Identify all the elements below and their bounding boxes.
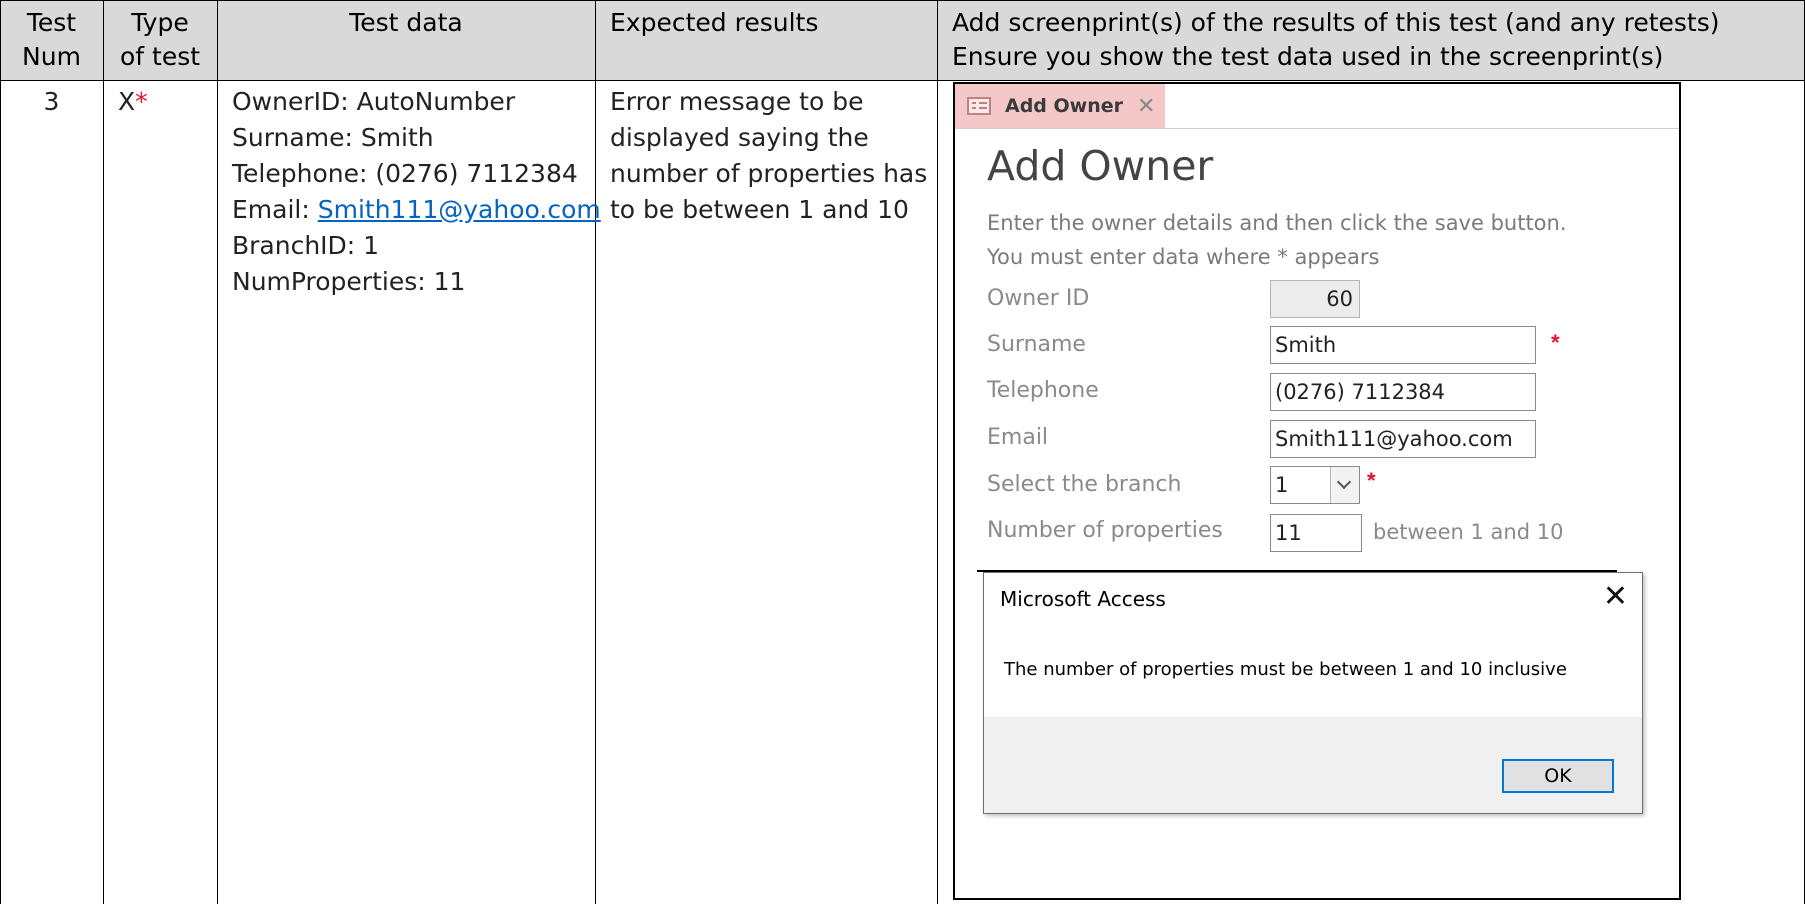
grid-line: [937, 0, 938, 904]
test-data-surname: Surname: Smith: [232, 123, 434, 152]
properties-label: Number of properties: [987, 518, 1223, 543]
test-data-email-row: Email: Smith111@yahoo.com: [232, 192, 601, 228]
cell-type: X*: [118, 84, 208, 120]
grid-line: [0, 0, 1805, 1]
dialog-title: Microsoft Access: [1000, 587, 1166, 611]
error-dialog: Microsoft Access ✕ The number of propert…: [983, 572, 1643, 814]
chevron-down-icon: [1336, 474, 1352, 490]
surname-required-mark: *: [1551, 330, 1560, 355]
properties-field[interactable]: 11: [1270, 514, 1362, 552]
grid-line: [217, 0, 218, 904]
header-test-num: Test Num: [0, 6, 103, 74]
close-icon[interactable]: ✕: [1137, 93, 1155, 119]
cell-expected: Error message to be displayed saying the…: [610, 84, 930, 228]
test-table: Test Num Type of test Test data Expected…: [0, 0, 1805, 904]
expected-line: to be between 1 and 10: [610, 195, 909, 224]
header-type-line2: of test: [119, 42, 201, 71]
properties-hint: between 1 and 10: [1373, 520, 1564, 544]
telephone-field[interactable]: (0276) 7112384: [1270, 373, 1536, 411]
dialog-footer: OK: [984, 717, 1642, 813]
header-expected: Expected results: [610, 8, 819, 37]
email-field[interactable]: Smith111@yahoo.com: [1270, 420, 1536, 458]
header-screenprint: Add screenprint(s) of the results of thi…: [952, 6, 1802, 74]
instruction-line: Enter the owner details and then click t…: [987, 211, 1567, 235]
surname-field[interactable]: Smith: [1270, 326, 1536, 364]
surname-label: Surname: [987, 332, 1086, 357]
grid-line: [103, 0, 104, 904]
header-type-line1: Type: [131, 8, 189, 37]
dialog-message: The number of properties must be between…: [1004, 659, 1567, 680]
owner-id-field: 60: [1270, 280, 1360, 318]
tab-add-owner-label: Add Owner: [1005, 95, 1124, 117]
tab-add-owner[interactable]: Add Owner ✕: [955, 84, 1165, 128]
test-data-email-prefix: Email:: [232, 195, 318, 224]
test-data-owner-id: OwnerID: AutoNumber: [232, 87, 516, 116]
branch-label: Select the branch: [987, 472, 1182, 497]
test-data-telephone: Telephone: (0276) 7112384: [232, 159, 578, 188]
header-type: Type of test: [103, 6, 217, 74]
cell-test-data: OwnerID: AutoNumber Surname: Smith Telep…: [232, 84, 601, 300]
form-instructions: Enter the owner details and then click t…: [987, 206, 1567, 274]
email-label: Email: [987, 425, 1049, 450]
owner-id-label: Owner ID: [987, 286, 1090, 311]
grid-line: [0, 80, 1805, 81]
header-screenprint-line2: Ensure you show the test data used in th…: [952, 42, 1664, 71]
header-test-num-line2: Num: [22, 42, 81, 71]
grid-line: [595, 0, 596, 904]
branch-dropdown-button[interactable]: [1330, 467, 1359, 503]
tab-divider: [955, 128, 1679, 129]
branch-combo[interactable]: 1: [1270, 466, 1360, 504]
cell-test-num: 3: [43, 87, 60, 116]
form-title: Add Owner: [987, 142, 1214, 190]
test-data-branch: BranchID: 1: [232, 231, 380, 260]
grid-line: [0, 0, 1, 904]
close-icon[interactable]: ✕: [1603, 579, 1628, 614]
expected-line: Error message to be: [610, 87, 864, 116]
type-required-mark: *: [135, 87, 148, 116]
type-value: X: [118, 87, 136, 116]
expected-line: number of properties has: [610, 159, 928, 188]
branch-required-mark: *: [1367, 468, 1376, 493]
branch-combo-value: 1: [1275, 473, 1289, 497]
ok-button[interactable]: OK: [1502, 759, 1614, 793]
test-data-num-properties: NumProperties: 11: [232, 267, 466, 296]
header-test-num-line1: Test: [26, 8, 77, 37]
test-data-email-link[interactable]: Smith111@yahoo.com: [318, 195, 601, 224]
access-screenshot: Add Owner ✕ Add Owner Enter the owner de…: [953, 82, 1681, 900]
instruction-line: You must enter data where * appears: [987, 245, 1380, 269]
telephone-label: Telephone: [987, 378, 1099, 403]
header-screenprint-line1: Add screenprint(s) of the results of thi…: [952, 8, 1720, 37]
form-icon: [967, 97, 991, 115]
header-test-data: Test data: [349, 8, 463, 37]
expected-line: displayed saying the: [610, 123, 869, 152]
